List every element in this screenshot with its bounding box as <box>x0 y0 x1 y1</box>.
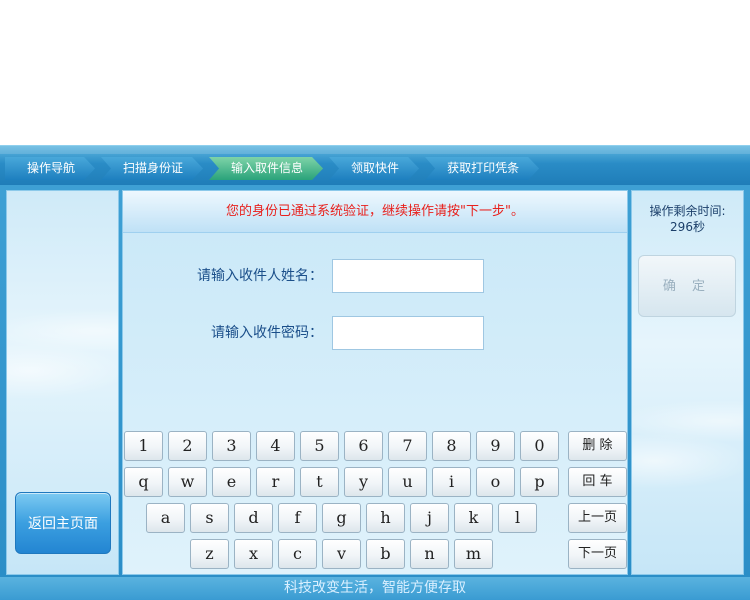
key-f[interactable]: f <box>278 503 317 533</box>
key-7[interactable]: 7 <box>388 431 427 461</box>
step-collect-parcel: 领取快件 <box>329 157 419 180</box>
step-list: 操作导航 扫描身份证 输入取件信息 领取快件 获取打印凭条 <box>5 157 545 180</box>
key-q[interactable]: q <box>124 467 163 497</box>
key-l[interactable]: l <box>498 503 537 533</box>
back-home-button[interactable]: 返回主页面 <box>15 492 111 554</box>
right-wave-decoration <box>632 341 743 541</box>
key-0[interactable]: 0 <box>520 431 559 461</box>
password-row: 请输入收件密码： <box>123 316 627 350</box>
key-w[interactable]: w <box>168 467 207 497</box>
key-3[interactable]: 3 <box>212 431 251 461</box>
key-r[interactable]: r <box>256 467 295 497</box>
key-6[interactable]: 6 <box>344 431 383 461</box>
step-input-pickup-info: 输入取件信息 <box>209 157 323 180</box>
name-row: 请输入收件人姓名： <box>123 259 627 293</box>
key-p[interactable]: p <box>520 467 559 497</box>
key-m[interactable]: m <box>454 539 493 569</box>
key-x[interactable]: x <box>234 539 273 569</box>
key-8[interactable]: 8 <box>432 431 471 461</box>
right-panel: 操作剩余时间: 296秒 确 定 <box>631 190 744 575</box>
countdown-timer: 操作剩余时间: 296秒 <box>632 203 743 235</box>
key-b[interactable]: b <box>366 539 405 569</box>
step-scan-id: 扫描身份证 <box>101 157 203 180</box>
center-panel: 您的身份已通过系统验证，继续操作请按"下一步"。 请输入收件人姓名： 请输入收件… <box>122 190 628 575</box>
timer-value: 296秒 <box>670 220 705 234</box>
prev-page-key[interactable]: 上一页 <box>568 503 627 533</box>
step-navigation-bar: 操作导航 扫描身份证 输入取件信息 领取快件 获取打印凭条 <box>0 145 750 185</box>
key-z[interactable]: z <box>190 539 229 569</box>
key-y[interactable]: y <box>344 467 383 497</box>
key-j[interactable]: j <box>410 503 449 533</box>
key-4[interactable]: 4 <box>256 431 295 461</box>
next-page-key[interactable]: 下一页 <box>568 539 627 569</box>
recipient-name-input[interactable] <box>332 259 484 293</box>
left-panel: 返回主页面 <box>6 190 119 575</box>
key-o[interactable]: o <box>476 467 515 497</box>
step-print-receipt: 获取打印凭条 <box>425 157 539 180</box>
key-h[interactable]: h <box>366 503 405 533</box>
key-2[interactable]: 2 <box>168 431 207 461</box>
left-wave-decoration <box>7 251 118 451</box>
key-u[interactable]: u <box>388 467 427 497</box>
key-k[interactable]: k <box>454 503 493 533</box>
footer-slogan: 科技改变生活，智能方便存取 <box>0 577 750 600</box>
stepbar-gloss <box>0 146 750 154</box>
confirm-button[interactable]: 确 定 <box>638 255 736 317</box>
key-1[interactable]: 1 <box>124 431 163 461</box>
key-a[interactable]: a <box>146 503 185 533</box>
timer-label: 操作剩余时间: <box>649 204 726 218</box>
key-e[interactable]: e <box>212 467 251 497</box>
key-5[interactable]: 5 <box>300 431 339 461</box>
key-9[interactable]: 9 <box>476 431 515 461</box>
step-operation-guide: 操作导航 <box>5 157 95 180</box>
key-i[interactable]: i <box>432 467 471 497</box>
key-d[interactable]: d <box>234 503 273 533</box>
key-g[interactable]: g <box>322 503 361 533</box>
verification-message: 您的身份已通过系统验证，继续操作请按"下一步"。 <box>123 191 627 233</box>
password-label: 请输入收件密码： <box>211 325 323 341</box>
key-v[interactable]: v <box>322 539 361 569</box>
delete-key[interactable]: 删 除 <box>568 431 627 461</box>
pickup-password-input[interactable] <box>332 316 484 350</box>
key-t[interactable]: t <box>300 467 339 497</box>
main-frame: 返回主页面 您的身份已通过系统验证，继续操作请按"下一步"。 请输入收件人姓名：… <box>0 185 750 577</box>
name-label: 请输入收件人姓名： <box>197 268 323 284</box>
key-s[interactable]: s <box>190 503 229 533</box>
top-blank-area <box>0 0 750 145</box>
key-c[interactable]: c <box>278 539 317 569</box>
enter-key[interactable]: 回 车 <box>568 467 627 497</box>
key-n[interactable]: n <box>410 539 449 569</box>
